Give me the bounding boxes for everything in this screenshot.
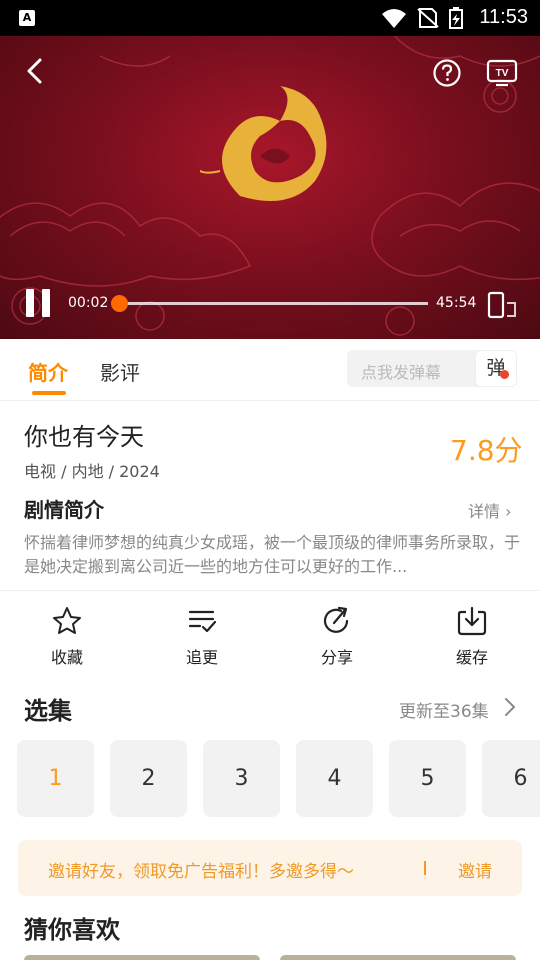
video-player[interactable]: TV 00:02 45:54 <box>0 36 540 339</box>
cache-label: 缓存 <box>455 648 488 667</box>
share-button[interactable]: 分享 <box>292 606 382 668</box>
svg-text:TV: TV <box>496 68 509 79</box>
golden-phoenix-emblem <box>200 86 327 201</box>
recommend-thumbnail[interactable] <box>280 955 516 960</box>
follow-update-button[interactable]: 追更 <box>157 606 247 668</box>
current-time: 00:02 <box>68 295 109 311</box>
playlist-check-icon <box>188 610 217 633</box>
invite-divider <box>424 861 426 875</box>
status-time: 11:53 <box>479 6 528 28</box>
share-label: 分享 <box>320 648 353 667</box>
invite-button[interactable]: 邀请 <box>458 857 492 882</box>
episode-item[interactable]: 1 <box>17 740 94 817</box>
danmaku-status-dot-icon <box>500 370 509 379</box>
status-icons <box>382 7 463 29</box>
episodes-header: 选集 更新至36集 <box>0 683 540 731</box>
notification-a-icon: A <box>19 10 35 26</box>
episodes-update-link[interactable]: 更新至36集 <box>399 697 489 722</box>
battery-icon <box>449 7 463 29</box>
detail-link[interactable]: 详情 › <box>468 498 512 522</box>
recommend-title: 猜你喜欢 <box>24 916 120 944</box>
tab-intro[interactable]: 简介 <box>28 357 68 386</box>
total-time: 45:54 <box>436 295 477 311</box>
show-meta: 电视 / 内地 / 2024 <box>24 462 160 481</box>
invite-banner[interactable]: 邀请好友，领取免广告福利！多邀多得～ 邀请 <box>18 840 522 896</box>
synopsis-title: 剧情简介 <box>24 498 104 522</box>
chevron-right-icon[interactable] <box>502 697 518 717</box>
wifi-icon <box>382 9 406 28</box>
back-icon[interactable] <box>20 56 50 86</box>
action-bar: 收藏 追更 分享 缓存 <box>0 592 540 682</box>
follow-update-label: 追更 <box>185 648 218 667</box>
help-icon[interactable] <box>432 58 462 88</box>
episode-item[interactable]: 3 <box>203 740 280 817</box>
tv-cast-icon[interactable]: TV <box>486 58 518 88</box>
share-icon <box>323 606 349 633</box>
tab-active-indicator <box>32 391 66 395</box>
status-bar: A 11:53 <box>0 0 540 36</box>
show-title: 你也有今天 <box>24 423 144 451</box>
synopsis-text: 怀揣着律师梦想的纯真少女成瑶，被一个最顶级的律师事务所录取，于是她决定搬到离公司… <box>24 533 520 576</box>
episode-item[interactable]: 4 <box>296 740 373 817</box>
cache-button[interactable]: 缓存 <box>427 606 517 668</box>
pause-icon[interactable] <box>26 289 52 317</box>
rotate-screen-icon[interactable] <box>486 290 518 320</box>
episode-item[interactable]: 2 <box>110 740 187 817</box>
episode-item[interactable]: 5 <box>389 740 466 817</box>
invite-text: 邀请好友，领取免广告福利！多邀多得～ <box>48 862 354 882</box>
favorite-button[interactable]: 收藏 <box>22 606 112 668</box>
tabs-bar: 简介 影评 点我发弹幕 弹 <box>0 339 540 401</box>
recommend-thumbnail[interactable] <box>24 955 260 960</box>
danmaku-toggle-button[interactable]: 弹 <box>475 350 517 387</box>
no-sim-icon <box>417 8 439 28</box>
show-score: 7.8分 <box>450 434 523 467</box>
danmaku-box: 点我发弹幕 弹 <box>347 350 517 387</box>
episode-item[interactable]: 6 <box>482 740 540 817</box>
danmaku-input[interactable]: 点我发弹幕 <box>361 359 441 383</box>
episodes-title: 选集 <box>24 697 72 725</box>
download-icon <box>457 606 487 636</box>
progress-knob[interactable] <box>111 295 128 312</box>
tab-review[interactable]: 影评 <box>100 357 140 386</box>
favorite-label: 收藏 <box>50 648 83 667</box>
show-info: 你也有今天 7.8分 电视 / 内地 / 2024 剧情简介 详情 › 怀揣着律… <box>0 401 540 591</box>
star-icon <box>53 607 81 634</box>
progress-track[interactable] <box>118 302 428 305</box>
